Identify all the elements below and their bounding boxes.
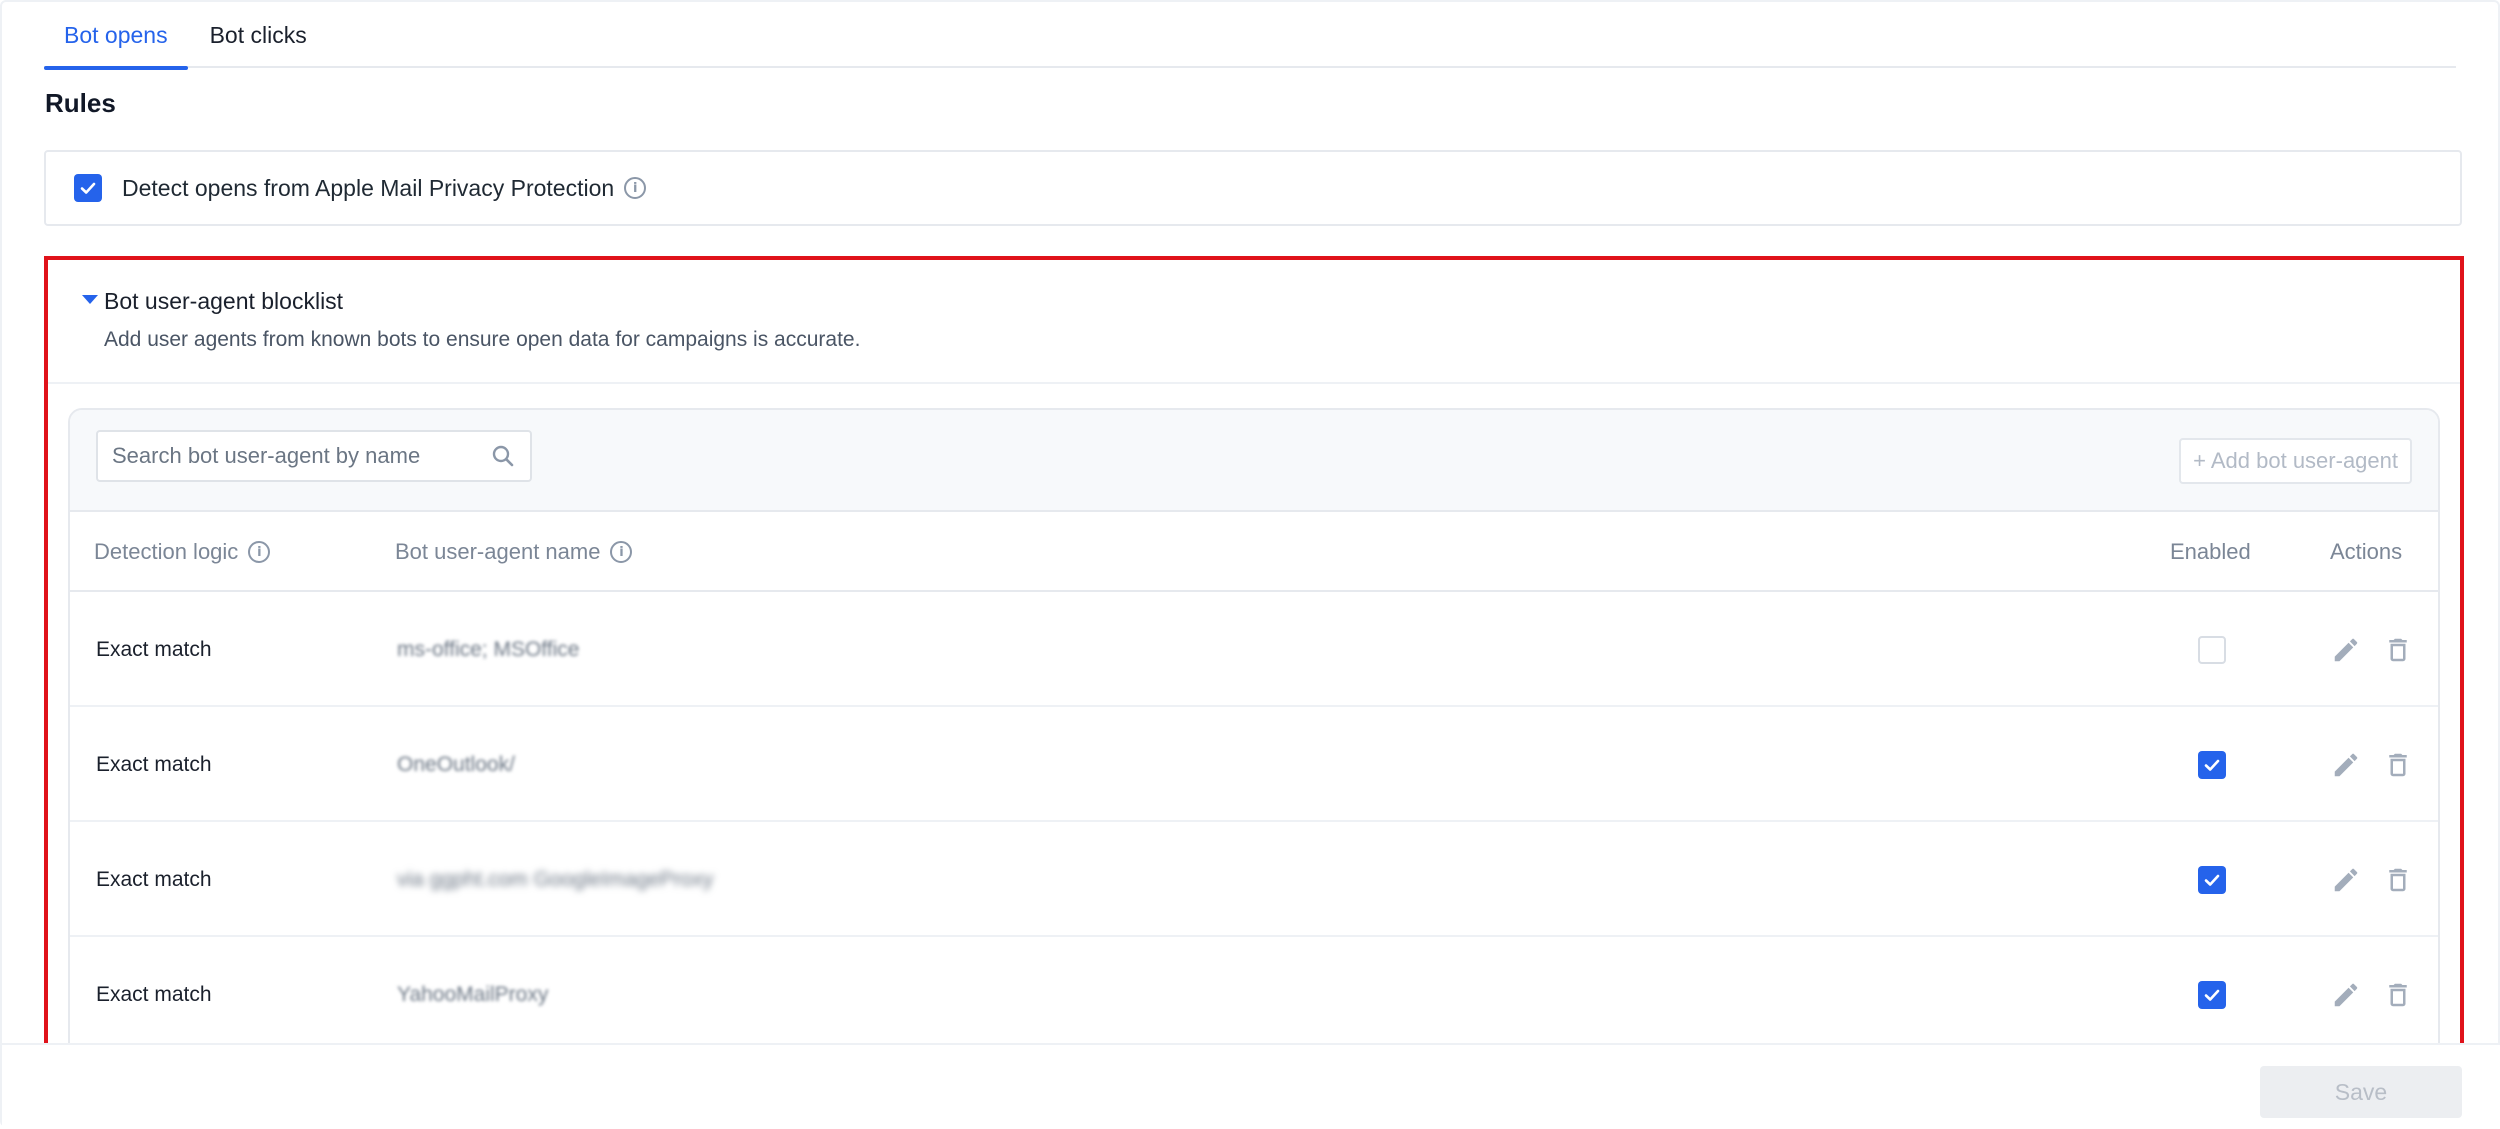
header-detection-logic-label: Detection logic <box>94 539 239 564</box>
header-bot-user-agent-name: Bot user-agent name i <box>395 512 633 592</box>
table-header: Detection logic i Bot user-agent name i … <box>70 512 2438 592</box>
header-enabled: Enabled <box>2170 539 2251 564</box>
header-detection-logic: Detection logic i <box>94 512 271 592</box>
trash-icon[interactable] <box>2383 635 2413 665</box>
header-actions: Actions <box>2330 539 2403 564</box>
table-toolbar: + Add bot user-agent <box>70 410 2438 512</box>
tab-bar: Bot opens Bot clicks <box>44 2 2456 70</box>
footer-bar: Save <box>2 1043 2500 1129</box>
enabled-checkbox[interactable] <box>2198 635 2226 664</box>
actions-cell <box>2331 707 2413 822</box>
trash-icon[interactable] <box>2383 750 2413 780</box>
enabled-cell <box>2198 592 2226 707</box>
table-row: Exact match ms-office; MSOffice <box>70 592 2438 707</box>
user-agent-name-cell: via ggpht.com GoogleImageProxy <box>397 867 714 891</box>
apple-privacy-label: Detect opens from Apple Mail Privacy Pro… <box>122 174 615 201</box>
detection-logic-cell: Exact match <box>96 752 212 776</box>
blocklist-header: Bot user-agent blocklist Add user agents… <box>48 260 2460 384</box>
info-icon[interactable]: i <box>248 541 271 563</box>
edit-icon[interactable] <box>2331 635 2361 665</box>
detection-logic-cell: Exact match <box>96 982 212 1006</box>
table-row: Exact match via ggpht.com GoogleImagePro… <box>70 822 2438 937</box>
user-agent-name-cell: OneOutlook/ <box>397 752 515 776</box>
info-icon[interactable]: i <box>610 541 633 563</box>
trash-icon[interactable] <box>2383 865 2413 895</box>
trash-icon[interactable] <box>2383 980 2413 1010</box>
user-agent-name-cell: YahooMailProxy <box>397 982 549 1006</box>
tab-bot-clicks[interactable]: Bot clicks <box>190 2 327 68</box>
edit-icon[interactable] <box>2331 865 2361 895</box>
table-row: Exact match YahooMailProxy <box>70 937 2438 1047</box>
actions-cell <box>2331 822 2413 937</box>
apple-privacy-rule: Detect opens from Apple Mail Privacy Pro… <box>44 150 2462 226</box>
enabled-cell <box>2198 937 2226 1047</box>
enabled-cell <box>2198 822 2226 937</box>
tab-bot-opens[interactable]: Bot opens <box>44 2 188 70</box>
bot-blocklist-section: Bot user-agent blocklist Add user agents… <box>44 256 2464 1051</box>
caret-down-icon[interactable] <box>82 295 98 304</box>
actions-cell <box>2331 592 2413 707</box>
save-button[interactable]: Save <box>2260 1066 2462 1118</box>
blocklist-title[interactable]: Bot user-agent blocklist <box>104 288 343 315</box>
rules-title: Rules <box>45 88 116 118</box>
check-icon <box>2204 989 2220 1001</box>
actions-cell <box>2331 937 2413 1047</box>
settings-panel: Bot opens Bot clicks Rules Detect opens … <box>0 0 2500 1129</box>
enabled-checkbox[interactable] <box>2198 750 2226 779</box>
detection-logic-cell: Exact match <box>96 637 212 661</box>
search-icon[interactable] <box>490 443 516 469</box>
info-icon[interactable]: i <box>624 177 647 199</box>
user-agent-name-cell: ms-office; MSOffice <box>397 637 580 661</box>
check-icon <box>2204 874 2220 886</box>
apple-privacy-checkbox[interactable] <box>74 174 102 202</box>
check-icon <box>80 182 96 194</box>
header-bot-user-agent-name-label: Bot user-agent name <box>395 539 601 564</box>
check-icon <box>2204 759 2220 771</box>
add-bot-user-agent-button[interactable]: + Add bot user-agent <box>2179 438 2412 484</box>
table-row: Exact match OneOutlook/ <box>70 707 2438 822</box>
edit-icon[interactable] <box>2331 750 2361 780</box>
search-box <box>96 430 532 482</box>
enabled-checkbox[interactable] <box>2198 980 2226 1009</box>
enabled-checkbox[interactable] <box>2198 865 2226 894</box>
search-input[interactable] <box>112 443 490 469</box>
blocklist-description: Add user agents from known bots to ensur… <box>104 328 861 351</box>
blocklist-table: + Add bot user-agent Detection logic i B… <box>68 408 2440 1047</box>
edit-icon[interactable] <box>2331 980 2361 1010</box>
enabled-cell <box>2198 707 2226 822</box>
detection-logic-cell: Exact match <box>96 867 212 891</box>
